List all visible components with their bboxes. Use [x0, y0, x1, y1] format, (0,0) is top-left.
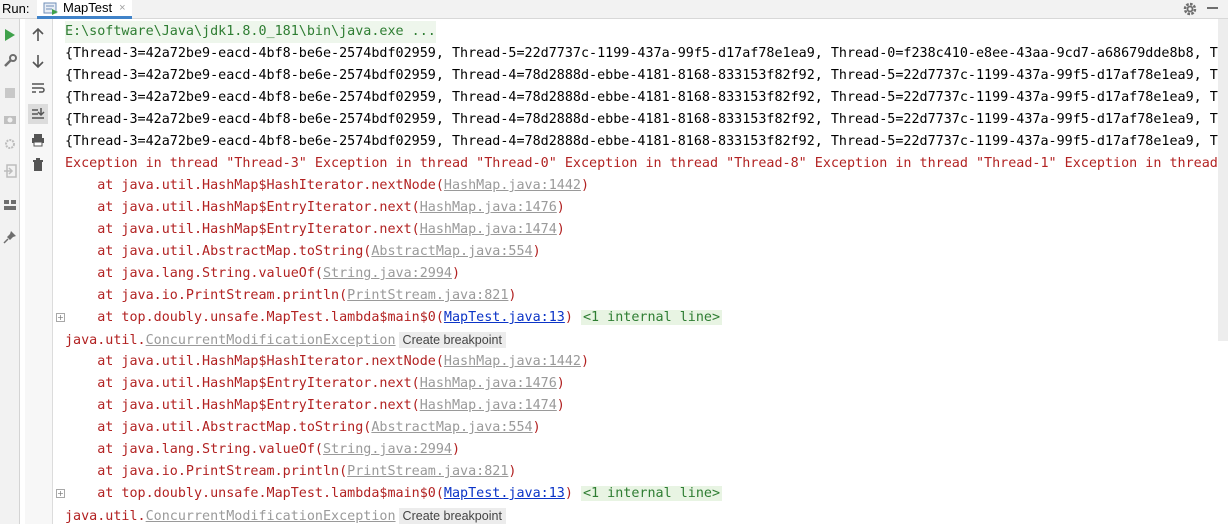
pin-icon[interactable] — [2, 229, 18, 245]
source-link[interactable]: HashMap.java:1474 — [420, 398, 557, 413]
soft-wrap-icon[interactable] — [30, 80, 46, 96]
map-output-line: {Thread-3=42a72be9-eacd-4bf8-be6e-2574bd… — [65, 46, 1228, 61]
exception-link[interactable]: ConcurrentModificationException — [146, 509, 396, 524]
gear-icon[interactable] — [1181, 0, 1199, 18]
map-output-line: {Thread-3=42a72be9-eacd-4bf8-be6e-2574bd… — [65, 90, 1228, 105]
stack-frame: at top.doubly.unsafe.MapTest.lambda$main… — [65, 486, 723, 501]
exception-line: java.util.ConcurrentModificationExceptio… — [65, 329, 506, 351]
source-link[interactable]: String.java:2994 — [323, 442, 452, 457]
source-link[interactable]: HashMap.java:1476 — [420, 200, 557, 215]
run-sidebar — [0, 19, 20, 524]
trash-icon[interactable] — [30, 157, 46, 173]
map-output-line: {Thread-3=42a72be9-eacd-4bf8-be6e-2574bd… — [65, 134, 1228, 149]
print-icon[interactable] — [30, 132, 46, 148]
stack-frame: at java.util.HashMap$HashIterator.nextNo… — [65, 178, 590, 193]
exception-line: java.util.ConcurrentModificationExceptio… — [65, 505, 506, 524]
source-link[interactable]: PrintStream.java:821 — [347, 464, 508, 479]
tab-title: MapTest — [63, 0, 113, 15]
stack-frame: at java.util.HashMap$EntryIterator.next(… — [65, 376, 565, 391]
tab-maptest[interactable]: MapTest × — [37, 0, 132, 19]
command-line: E:\software\Java\jdk1.8.0_181\bin\java.e… — [65, 21, 436, 43]
exception-link[interactable]: ConcurrentModificationException — [146, 333, 396, 348]
source-link[interactable]: String.java:2994 — [323, 266, 452, 281]
stack-frame: at java.lang.String.valueOf(String.java:… — [65, 442, 461, 457]
stack-frame: at java.util.HashMap$HashIterator.nextNo… — [65, 354, 590, 369]
run-config-icon — [43, 2, 58, 15]
source-link[interactable]: AbstractMap.java:554 — [371, 420, 532, 435]
source-link[interactable]: PrintStream.java:821 — [347, 288, 508, 303]
map-output-line: {Thread-3=42a72be9-eacd-4bf8-be6e-2574bd… — [65, 68, 1228, 83]
source-link[interactable]: HashMap.java:1476 — [420, 376, 557, 391]
stack-frame: at java.util.AbstractMap.toString(Abstra… — [65, 420, 541, 435]
internal-lines-toggle[interactable]: <1 internal line> — [580, 310, 723, 325]
camera-icon[interactable] — [2, 111, 18, 127]
stack-frame: at java.util.AbstractMap.toString(Abstra… — [65, 244, 541, 259]
stack-frame: at top.doubly.unsafe.MapTest.lambda$main… — [65, 310, 723, 325]
scroll-down-icon[interactable] — [30, 53, 46, 69]
expand-fold-icon[interactable]: + — [56, 313, 65, 322]
run-label: Run: — [2, 1, 30, 16]
scroll-to-end-icon[interactable] — [28, 104, 48, 124]
stack-frame: at java.util.HashMap$EntryIterator.next(… — [65, 200, 565, 215]
run-toolbar: Run: MapTest × — [0, 0, 1228, 19]
scroll-up-icon[interactable] — [30, 27, 46, 43]
internal-lines-toggle[interactable]: <1 internal line> — [580, 486, 723, 501]
rerun-icon[interactable] — [2, 27, 18, 43]
stop-icon[interactable] — [2, 85, 18, 101]
source-link[interactable]: HashMap.java:1474 — [420, 222, 557, 237]
settings-gear-small-icon[interactable] — [2, 136, 18, 152]
create-breakpoint-button[interactable]: Create breakpoint — [398, 508, 506, 524]
source-link[interactable]: MapTest.java:13 — [444, 486, 565, 501]
stack-frame: at java.lang.String.valueOf(String.java:… — [65, 266, 461, 281]
source-link[interactable]: AbstractMap.java:554 — [371, 244, 532, 259]
console-output[interactable]: E:\software\Java\jdk1.8.0_181\bin\java.e… — [54, 19, 1228, 524]
stack-frame: at java.io.PrintStream.println(PrintStre… — [65, 288, 517, 303]
stack-frame: at java.util.HashMap$EntryIterator.next(… — [65, 398, 565, 413]
expand-fold-icon[interactable]: + — [56, 489, 65, 498]
console-toolbar — [25, 19, 53, 524]
exit-icon[interactable] — [2, 163, 18, 179]
layout-icon[interactable] — [2, 197, 18, 213]
exception-header-line: Exception in thread "Thread-3" Exception… — [65, 156, 1228, 171]
hide-panel-icon[interactable] — [1207, 7, 1218, 9]
vertical-scrollbar[interactable] — [1218, 19, 1228, 341]
map-output-line: {Thread-3=42a72be9-eacd-4bf8-be6e-2574bd… — [65, 112, 1228, 127]
source-link[interactable]: HashMap.java:1442 — [444, 178, 581, 193]
wrench-icon[interactable] — [2, 53, 18, 69]
source-link[interactable]: MapTest.java:13 — [444, 310, 565, 325]
create-breakpoint-button[interactable]: Create breakpoint — [398, 332, 506, 348]
tab-close-icon[interactable]: × — [119, 2, 125, 14]
stack-frame: at java.util.HashMap$EntryIterator.next(… — [65, 222, 565, 237]
source-link[interactable]: HashMap.java:1442 — [444, 354, 581, 369]
stack-frame: at java.io.PrintStream.println(PrintStre… — [65, 464, 517, 479]
